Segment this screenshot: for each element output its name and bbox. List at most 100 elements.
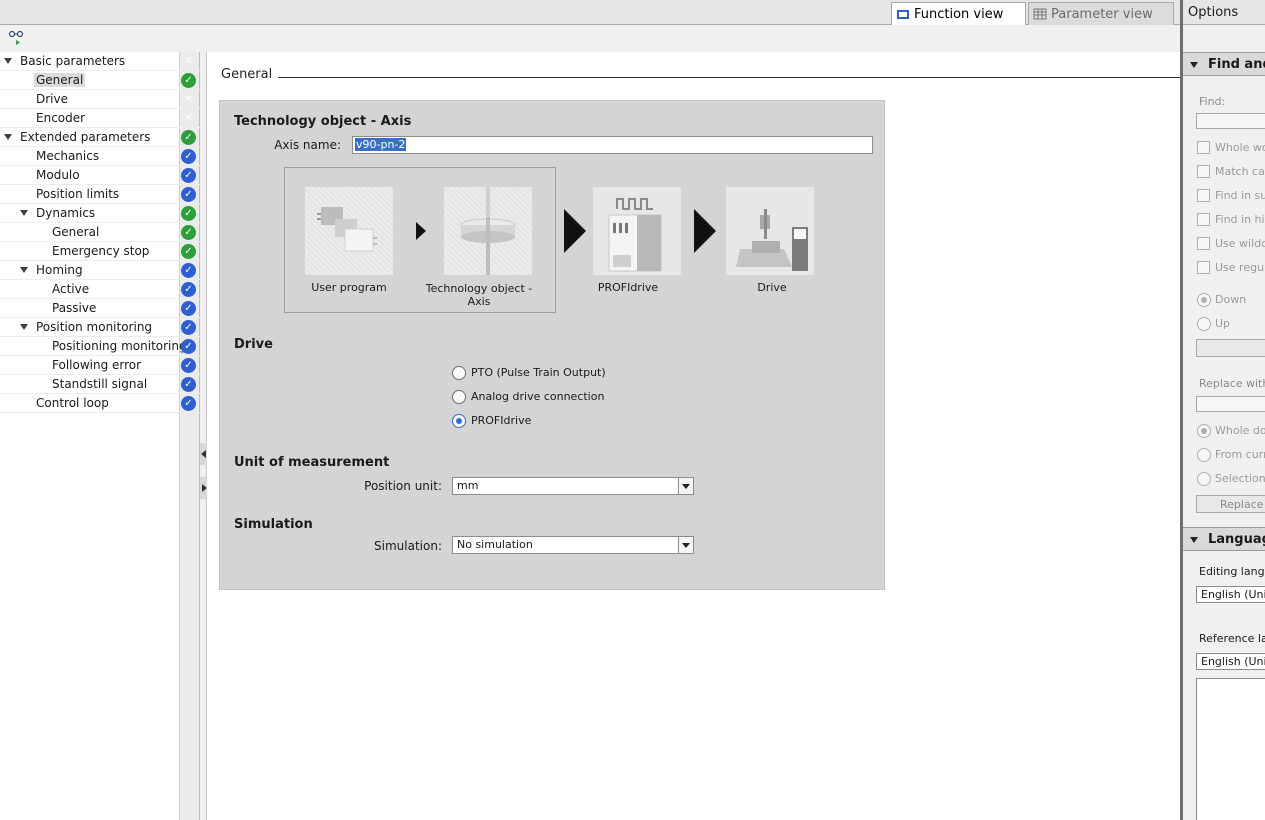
tree-item[interactable]: Position limits ✓ <box>0 185 200 204</box>
whole-word-checkbox[interactable] <box>1197 141 1210 154</box>
tree-item[interactable]: Following error ✓ <box>0 356 200 375</box>
expand-right-button[interactable] <box>200 477 207 499</box>
drive-option-profidrive-label: PROFIdrive <box>471 414 532 427</box>
ok-status-icon: ✓ <box>181 244 196 259</box>
simulation-select[interactable]: No simulation <box>452 536 694 554</box>
user-program-icon <box>317 207 377 252</box>
editing-language-label: Editing langu <box>1199 565 1265 578</box>
tree-item-label: Control loop <box>36 396 109 410</box>
tree-item[interactable]: Passive ✓ <box>0 299 200 318</box>
tree-item[interactable]: Basic parameters ✕ <box>0 52 200 71</box>
tree-item[interactable]: Control loop ✓ <box>0 394 200 413</box>
expand-chevron-icon[interactable] <box>20 324 28 330</box>
tree-item[interactable]: Emergency stop ✓ <box>0 242 200 261</box>
tree-item-label: Emergency stop <box>52 244 150 258</box>
tree-item[interactable]: Mechanics ✓ <box>0 147 200 166</box>
scope-selection-radio[interactable] <box>1197 472 1211 486</box>
options-panel: Options Find and Find: Whole wo Match ca… <box>1180 0 1265 820</box>
tree-item[interactable]: Positioning monitoring ✓ <box>0 337 200 356</box>
axis-name-input[interactable]: v90-pn-2 <box>352 136 873 154</box>
tree-item-label: Modulo <box>36 168 80 182</box>
reference-language-label: Reference la <box>1199 632 1265 645</box>
expand-chevron-icon[interactable] <box>20 267 28 273</box>
replace-button[interactable]: Replace <box>1196 495 1265 513</box>
find-in-substructures-label: Find in su <box>1215 189 1265 202</box>
find-in-hidden-checkbox[interactable] <box>1197 213 1210 226</box>
find-button[interactable] <box>1196 339 1265 357</box>
error-status-icon: ✕ <box>184 56 193 67</box>
find-label: Find: <box>1199 95 1226 108</box>
whole-word-label: Whole wo <box>1215 141 1265 154</box>
tree-item[interactable]: Extended parameters ✓ <box>0 128 200 147</box>
tree-item[interactable]: Active ✓ <box>0 280 200 299</box>
direction-down-radio[interactable] <box>1197 293 1211 307</box>
tech-object-image <box>444 187 532 275</box>
info-status-icon: ✓ <box>181 187 196 202</box>
scope-whole-document-radio[interactable] <box>1197 424 1211 438</box>
tree-item[interactable]: Homing ✓ <box>0 261 200 280</box>
tree-item[interactable]: General ✓ <box>0 223 200 242</box>
find-in-substructures-checkbox[interactable] <box>1197 189 1210 202</box>
parameter-tree: Basic parameters ✕ General ✓ Drive ✕ Encoder ✕ E… <box>0 52 200 820</box>
find-replace-section-header[interactable]: Find and <box>1183 52 1265 76</box>
tree-item-label: Mechanics <box>36 149 100 163</box>
match-case-checkbox[interactable] <box>1197 165 1210 178</box>
replace-input[interactable] <box>1196 396 1265 412</box>
tree-item[interactable]: Encoder ✕ <box>0 109 200 128</box>
tree-item-label: Position limits <box>36 187 120 201</box>
tab-parameter-view[interactable]: Parameter view <box>1028 2 1174 25</box>
position-unit-value: mm <box>457 479 479 492</box>
drive-option-profidrive-radio[interactable] <box>452 414 466 428</box>
find-input[interactable] <box>1196 113 1265 129</box>
languages-section-header[interactable]: Language <box>1183 527 1265 551</box>
tree-item[interactable]: General ✓ <box>0 71 200 90</box>
tree-item[interactable]: Standstill signal ✓ <box>0 375 200 394</box>
show-all-parameters-icon[interactable] <box>7 29 27 47</box>
profidrive-caption: PROFIdrive <box>597 281 659 294</box>
position-unit-label: Position unit: <box>364 479 442 493</box>
tree-item-label: Active <box>52 282 90 296</box>
tree-item[interactable]: Modulo ✓ <box>0 166 200 185</box>
tree-item-label: Position monitoring <box>36 320 153 334</box>
reference-language-select[interactable]: English (Uni <box>1196 653 1265 670</box>
tree-item-label: Dynamics <box>36 206 96 220</box>
chevron-down-icon[interactable] <box>678 537 693 553</box>
tree-item-label: Passive <box>52 301 97 315</box>
collapse-left-button[interactable] <box>200 443 207 465</box>
tree-item-label: Basic parameters <box>20 54 126 68</box>
tree-item[interactable]: Drive ✕ <box>0 90 200 109</box>
info-status-icon: ✓ <box>181 320 196 335</box>
arrow-icon <box>416 222 426 240</box>
chevron-down-icon[interactable] <box>678 478 693 494</box>
tree-item-label: Homing <box>36 263 83 277</box>
drive-option-pto-radio[interactable] <box>452 366 466 380</box>
editing-language-select[interactable]: English (Uni <box>1196 586 1265 603</box>
info-status-icon: ✓ <box>181 339 196 354</box>
unit-heading: Unit of measurement <box>234 455 390 470</box>
ok-status-icon: ✓ <box>181 206 196 221</box>
tree-item-label: Encoder <box>36 111 86 125</box>
tree-item[interactable]: Dynamics ✓ <box>0 204 200 223</box>
axis-icon <box>460 187 516 275</box>
position-unit-select[interactable]: mm <box>452 477 694 495</box>
tab-function-view[interactable]: Function view <box>891 2 1026 25</box>
tree-item-label: Drive <box>36 92 68 106</box>
tech-object-heading: Technology object - Axis <box>234 114 412 129</box>
drive-option-analog-radio[interactable] <box>452 390 466 404</box>
user-program-image <box>305 187 393 275</box>
expand-chevron-icon[interactable] <box>20 210 28 216</box>
tree-item-label: General <box>52 225 100 239</box>
tree-item-label: Following error <box>52 358 142 372</box>
use-regex-checkbox[interactable] <box>1197 261 1210 274</box>
direction-up-radio[interactable] <box>1197 317 1211 331</box>
tree-item-label: Positioning monitoring <box>52 339 187 353</box>
axis-name-label: Axis name: <box>274 138 341 152</box>
expand-chevron-icon[interactable] <box>4 134 12 140</box>
expand-chevron-icon[interactable] <box>4 58 12 64</box>
scope-from-current-radio[interactable] <box>1197 448 1211 462</box>
use-wildcards-checkbox[interactable] <box>1197 237 1210 250</box>
function-view-icon <box>897 10 909 19</box>
tree-item[interactable]: Position monitoring ✓ <box>0 318 200 337</box>
pane-splitter[interactable] <box>200 52 207 820</box>
tab-parameter-view-label: Parameter view <box>1051 6 1153 22</box>
